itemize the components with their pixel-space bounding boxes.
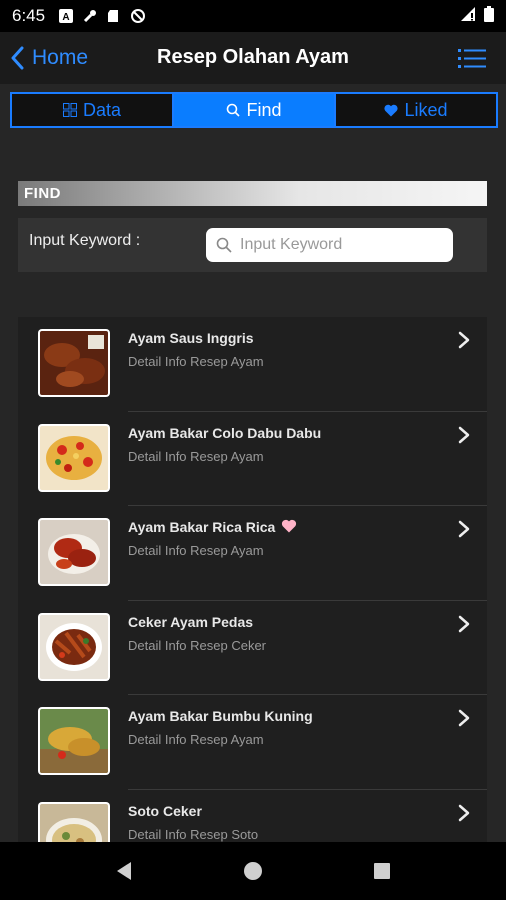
battery-icon xyxy=(484,5,494,27)
svg-text:A: A xyxy=(62,12,69,23)
item-subtitle: Detail Info Resep Ceker xyxy=(128,637,267,653)
list-item[interactable]: Ayam Bakar Colo Dabu Dabu Detail Info Re… xyxy=(18,412,487,506)
circle-home-icon xyxy=(243,862,262,880)
notification-icons: A xyxy=(59,9,146,23)
system-icons xyxy=(460,5,494,27)
tab-find[interactable]: Find xyxy=(174,94,336,126)
status-bar: 6:45 A xyxy=(0,0,506,32)
chevron-right-icon xyxy=(458,804,470,821)
menu-button[interactable] xyxy=(458,47,486,69)
page-title: Resep Olahan Ayam xyxy=(157,46,349,68)
nav-back-button[interactable] xyxy=(104,851,144,891)
chevron-right-icon xyxy=(458,615,470,632)
recipe-thumbnail xyxy=(38,707,110,775)
liked-heart-icon xyxy=(282,519,297,533)
nav-bar: Home Resep Olahan Ayam xyxy=(0,32,506,84)
notification-a-icon: A xyxy=(59,9,74,23)
tab-liked-label: Liked xyxy=(404,99,448,120)
list-item[interactable]: Ayam Saus Inggris Detail Info Resep Ayam xyxy=(18,317,487,412)
keyword-input[interactable] xyxy=(240,236,440,254)
nav-recents-button[interactable] xyxy=(362,851,402,891)
heart-icon xyxy=(384,104,399,116)
recipe-thumbnail xyxy=(38,612,110,681)
tab-find-label: Find xyxy=(246,99,282,120)
segmented-tabs: Data Find Liked xyxy=(10,92,498,128)
triangle-back-icon xyxy=(117,862,132,880)
grid-icon xyxy=(62,103,77,117)
keyword-label: Input Keyword : xyxy=(29,232,141,249)
chevron-right-icon xyxy=(458,709,470,727)
item-subtitle: Detail Info Resep Ayam xyxy=(128,543,264,558)
item-title: Soto Ceker xyxy=(128,802,202,819)
item-subtitle: Detail Info Resep Ayam xyxy=(128,448,264,464)
system-nav-bar xyxy=(0,842,506,900)
search-box[interactable] xyxy=(206,228,453,262)
list-item[interactable]: Soto Ceker Detail Info Resep Soto xyxy=(18,790,487,842)
signal-icon xyxy=(460,6,476,27)
item-title: Ayam Bakar Colo Dabu Dabu xyxy=(128,424,322,441)
notification-blocked-icon xyxy=(131,9,146,23)
item-title: Ceker Ayam Pedas xyxy=(128,613,254,630)
item-title: Ayam Saus Inggris xyxy=(128,330,254,346)
item-subtitle: Detail Info Resep Ayam xyxy=(128,354,264,369)
item-title: Ayam Bakar Bumbu Kuning xyxy=(128,708,313,724)
notification-wrench-icon xyxy=(83,9,97,23)
chevron-right-icon xyxy=(458,331,470,349)
notification-sd-icon xyxy=(107,9,121,23)
list-item[interactable]: Ayam Bakar Rica Rica Detail Info Resep A… xyxy=(18,506,487,601)
item-subtitle: Detail Info Resep Ayam xyxy=(128,732,264,747)
search-icon xyxy=(227,103,241,117)
list-item[interactable]: Ayam Bakar Bumbu Kuning Detail Info Rese… xyxy=(18,695,487,790)
status-time: 6:45 xyxy=(12,6,46,25)
find-section-header: FIND xyxy=(18,181,487,206)
recipe-list: Ayam Saus Inggris Detail Info Resep Ayam… xyxy=(18,317,487,842)
chevron-right-icon xyxy=(458,520,470,538)
tab-data-label: Data xyxy=(82,99,122,120)
item-subtitle: Detail Info Resep Soto xyxy=(128,826,259,842)
recipe-thumbnail xyxy=(38,423,110,492)
tab-liked[interactable]: Liked xyxy=(336,94,496,126)
square-recents-icon xyxy=(373,863,390,879)
recipe-thumbnail xyxy=(38,801,110,842)
list-item[interactable]: Ceker Ayam Pedas Detail Info Resep Ceker xyxy=(18,601,487,695)
recipe-thumbnail xyxy=(38,518,110,586)
find-panel: Input Keyword : xyxy=(18,218,487,272)
list-menu-icon xyxy=(458,49,486,68)
nav-home-button[interactable] xyxy=(233,851,273,891)
item-title-text: Ayam Bakar Rica Rica xyxy=(128,519,276,535)
item-title: Ayam Bakar Rica Rica xyxy=(128,519,297,535)
recipe-thumbnail xyxy=(38,329,110,397)
search-icon xyxy=(216,237,232,253)
tab-data[interactable]: Data xyxy=(12,94,174,126)
chevron-right-icon xyxy=(458,426,470,443)
